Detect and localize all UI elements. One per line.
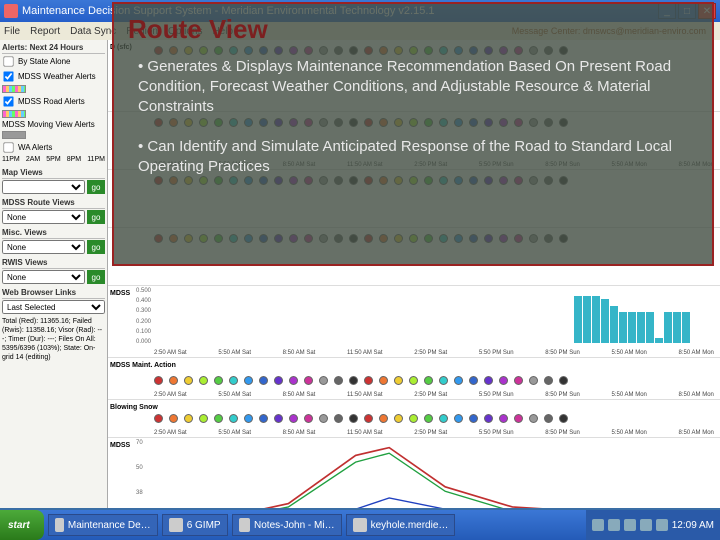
time-tick: 5PM bbox=[46, 156, 60, 163]
task-icon bbox=[55, 518, 64, 532]
route-views-header: MDSS Route Views bbox=[2, 197, 105, 209]
y-axis: 70503830 bbox=[136, 440, 143, 508]
misc-views-select[interactable]: None bbox=[2, 240, 85, 254]
x-axis: 2:50 AM Sat5:50 AM Sat8:50 AM Sat11:50 A… bbox=[154, 430, 714, 436]
chart-road-temp: MDSS 70503830 2:50 AM Sat5:50 AM Sat8:50… bbox=[108, 438, 720, 508]
task-label: 6 GIMP bbox=[187, 520, 221, 531]
icon-row bbox=[154, 414, 714, 426]
chart-label: Blowing Snow bbox=[110, 404, 158, 411]
alert-label: WA Alerts bbox=[18, 143, 52, 152]
start-button[interactable]: start bbox=[0, 510, 44, 540]
time-tick: 11PM bbox=[2, 156, 20, 163]
chart-mdss-bars: MDSS 0.5000.4000.3000.2000.1000.000 2:50… bbox=[108, 286, 720, 358]
app-icon bbox=[4, 4, 18, 18]
bar-chart bbox=[574, 291, 690, 343]
tray-clock: 12:09 AM bbox=[672, 520, 714, 531]
chart-label: MDSS bbox=[110, 290, 130, 297]
tray-icon[interactable] bbox=[624, 519, 636, 531]
legend-icon bbox=[2, 85, 26, 93]
alert-label: By State Alone bbox=[18, 57, 70, 66]
alerts-header: Alerts: Next 24 Hours bbox=[2, 42, 105, 54]
alert-check-0[interactable] bbox=[3, 56, 13, 66]
y-axis: 0.5000.4000.3000.2000.1000.000 bbox=[136, 288, 151, 345]
time-tick: 11PM bbox=[87, 156, 105, 163]
map-views-header: Map Views bbox=[2, 167, 105, 179]
alert-label: MDSS Weather Alerts bbox=[18, 72, 96, 81]
task-label: keyhole.merdie… bbox=[371, 520, 449, 531]
tray-icon[interactable] bbox=[640, 519, 652, 531]
go-button[interactable]: go bbox=[87, 180, 105, 194]
x-axis: 2:50 AM Sat5:50 AM Sat8:50 AM Sat11:50 A… bbox=[154, 350, 714, 356]
rwis-views-header: RWIS Views bbox=[2, 257, 105, 269]
start-label: start bbox=[8, 520, 30, 531]
sidebar-stats: Total (Red): 11365.16; Failed (Rwis): 11… bbox=[2, 317, 105, 362]
icon-row bbox=[154, 376, 714, 388]
taskbar: start Maintenance De… 6 GIMP Notes-John … bbox=[0, 510, 720, 540]
time-tick: 2AM bbox=[26, 156, 40, 163]
task-icon bbox=[239, 518, 250, 532]
chart-blowing-snow: Blowing Snow 2:50 AM Sat5:50 AM Sat8:50 … bbox=[108, 400, 720, 438]
menu-file[interactable]: File bbox=[4, 26, 20, 37]
misc-views-header: Misc. Views bbox=[2, 227, 105, 239]
menu-report[interactable]: Report bbox=[30, 26, 60, 37]
legend-icon bbox=[2, 131, 26, 139]
chart-label: MDSS Maint. Action bbox=[110, 362, 176, 369]
task-label: Maintenance De… bbox=[68, 520, 151, 531]
web-links-select[interactable]: Last Selected bbox=[2, 300, 105, 314]
task-label: Notes-John - Mi… bbox=[254, 520, 335, 531]
tray-icon[interactable] bbox=[592, 519, 604, 531]
tray-icon[interactable] bbox=[608, 519, 620, 531]
alert-label: MDSS Road Alerts bbox=[18, 97, 85, 106]
task-item[interactable]: keyhole.merdie… bbox=[346, 514, 456, 536]
presentation-overlay: Route View • Generates & Displays Mainte… bbox=[112, 2, 714, 266]
overlay-bullet-1: • Generates & Displays Maintenance Recom… bbox=[138, 57, 698, 117]
go-button[interactable]: go bbox=[87, 240, 105, 254]
chart-label: MDSS bbox=[110, 442, 130, 449]
time-tick: 8PM bbox=[67, 156, 81, 163]
alert-check-3[interactable] bbox=[3, 142, 13, 152]
map-views-select[interactable] bbox=[2, 180, 85, 194]
alert-label: MDSS Moving View Alerts bbox=[2, 120, 95, 129]
overlay-title: Route View bbox=[128, 14, 698, 45]
x-axis: 2:50 AM Sat5:50 AM Sat8:50 AM Sat11:50 A… bbox=[154, 392, 714, 398]
legend-icon bbox=[2, 110, 26, 118]
go-button[interactable]: go bbox=[87, 270, 105, 284]
task-icon bbox=[353, 518, 367, 532]
tray-icon[interactable] bbox=[656, 519, 668, 531]
chart-maint-action: MDSS Maint. Action 2:50 AM Sat5:50 AM Sa… bbox=[108, 358, 720, 400]
go-button[interactable]: go bbox=[87, 210, 105, 224]
alert-check-1[interactable] bbox=[3, 71, 13, 81]
system-tray: 12:09 AM bbox=[586, 510, 720, 540]
line-chart bbox=[154, 442, 714, 508]
task-item[interactable]: Notes-John - Mi… bbox=[232, 514, 342, 536]
task-item[interactable]: Maintenance De… bbox=[48, 514, 158, 536]
task-icon bbox=[169, 518, 183, 532]
sidebar: Alerts: Next 24 Hours By State Alone MDS… bbox=[0, 40, 108, 508]
alert-check-2[interactable] bbox=[3, 96, 13, 106]
overlay-bullet-2: • Can Identify and Simulate Anticipated … bbox=[138, 137, 698, 177]
route-views-select[interactable]: None bbox=[2, 210, 85, 224]
rwis-views-select[interactable]: None bbox=[2, 270, 85, 284]
web-links-header: Web Browser Links bbox=[2, 287, 105, 299]
task-item[interactable]: 6 GIMP bbox=[162, 514, 228, 536]
menu-data-sync[interactable]: Data Sync bbox=[70, 26, 116, 37]
